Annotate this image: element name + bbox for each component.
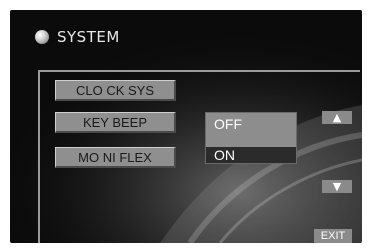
option-label: ON	[214, 147, 235, 163]
option-on[interactable]: ON	[206, 148, 296, 163]
options-dropdown: OFF ON	[205, 112, 297, 164]
option-label: OFF	[214, 116, 242, 132]
arrow-down-icon: ▼	[332, 180, 342, 193]
disc-icon	[35, 30, 49, 44]
menu-item-label: MO NI FLEX	[78, 149, 152, 165]
menu-item-label: KEY BEEP	[82, 114, 148, 130]
page-header: SYSTEM	[35, 28, 120, 46]
arrow-up-icon: ▲	[332, 111, 342, 124]
menu-item-key-beep[interactable]: KEY BEEP	[55, 112, 176, 133]
menu-item-clock-sys[interactable]: CLO CK SYS	[55, 80, 176, 101]
option-off[interactable]: OFF	[206, 113, 296, 147]
menu-item-label: CLO CK SYS	[75, 82, 155, 98]
exit-label: EXIT	[320, 230, 346, 242]
exit-button[interactable]: EXIT	[314, 229, 352, 243]
scroll-up-button[interactable]: ▲	[322, 111, 352, 124]
osd-screen: SYSTEM CLO CK SYS KEY BEEP MO NI FLEX OF…	[10, 10, 362, 243]
page-title: SYSTEM	[57, 28, 120, 46]
scroll-down-button[interactable]: ▼	[322, 180, 352, 193]
menu-item-moni-flex[interactable]: MO NI FLEX	[55, 147, 176, 168]
